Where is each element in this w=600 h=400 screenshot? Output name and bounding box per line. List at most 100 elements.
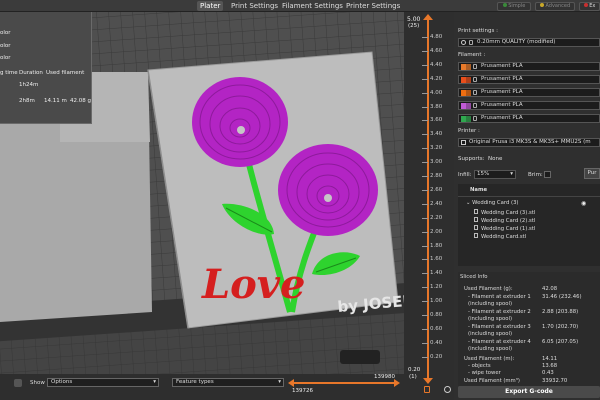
stl-file-icon — [474, 225, 478, 230]
infill-label: Infill: — [458, 172, 472, 178]
sliced-info-label: - objects — [468, 363, 491, 369]
filament-select-5[interactable]: Prusament PLA — [458, 114, 600, 123]
layer-tick-label: 2.60 — [430, 186, 443, 193]
tab-filament-settings[interactable]: Filament Settings — [279, 1, 346, 11]
sliced-info-label: Used Filament (mm³) — [464, 378, 520, 384]
horizontal-slider-left-thumb[interactable] — [288, 379, 294, 387]
mode-simple-label: Simple — [508, 3, 526, 9]
layer-lower-thumb[interactable] — [423, 378, 433, 384]
layer-tick-mark — [422, 120, 428, 122]
sliced-info-label: (including spool) — [468, 331, 513, 337]
horizontal-slider-right-thumb[interactable] — [394, 379, 400, 387]
purge-button[interactable]: Pur — [584, 168, 600, 179]
printer-profile-value: Original Prusa i3 MK3S & MK3S+ MMU2S (m — [469, 139, 591, 145]
filament-color-swatch-secondary — [466, 116, 471, 122]
layer-tick-mark — [422, 106, 428, 108]
mode-simple-button[interactable]: Simple — [497, 2, 531, 11]
filament-color-swatch-secondary — [466, 77, 471, 83]
eye-icon[interactable]: ◉ — [581, 200, 586, 207]
brim-checkbox[interactable] — [544, 171, 551, 178]
legend-row-2: olor — [0, 43, 11, 49]
layer-bottom-value: 0.20 — [408, 367, 421, 373]
object-item-row[interactable]: Wedding Card (3).stl — [474, 209, 535, 216]
layer-tick-mark — [422, 231, 428, 233]
printer-profile-select[interactable]: Original Prusa i3 MK3S & MK3S+ MMU2S (m — [458, 138, 600, 147]
layer-tick-label: 3.80 — [430, 103, 443, 110]
layer-tick-mark — [422, 189, 428, 191]
filament-select-4[interactable]: Prusament PLA — [458, 101, 600, 110]
mode-expert-button[interactable]: Ex — [579, 2, 600, 11]
filament-color-swatch-secondary — [466, 103, 471, 109]
object-item-label: Wedding Card (3).stl — [481, 210, 536, 216]
layer-tick-mark — [422, 342, 428, 344]
export-gcode-button[interactable]: Export G-code — [458, 386, 600, 398]
filament-select-3[interactable]: Prusament PLA — [458, 88, 600, 97]
layer-tick-mark — [422, 50, 428, 52]
layer-tick-label: 1.80 — [430, 242, 443, 249]
legend-header-used-filament: Used filament — [46, 70, 85, 76]
legend-total-duration: 1h24m — [19, 82, 39, 88]
settings-gear-icon[interactable] — [444, 386, 451, 393]
mode-advanced-button[interactable]: Advanced — [535, 2, 575, 11]
layer-tick-label: 1.00 — [430, 298, 443, 305]
flower-right — [278, 144, 378, 236]
filament-name: Prusament PLA — [481, 115, 523, 121]
feature-types-select[interactable]: Feature types ▾ — [172, 378, 284, 387]
layer-tick-mark — [422, 203, 428, 205]
layer-slider-vertical[interactable]: 5.00 (25) 4.80 4.60 4.40 4.20 4.00 3.80 3.60 3.… — [404, 12, 454, 400]
layer-tick-label: 0.20 — [430, 353, 443, 360]
tab-printer-settings[interactable]: Printer Settings — [343, 1, 403, 11]
options-select[interactable]: Options ▾ — [47, 378, 159, 387]
object-item-row[interactable]: Wedding Card (1).stl — [474, 225, 535, 232]
tab-plater[interactable]: Plater — [197, 1, 224, 11]
layer-tick-label: 4.80 — [430, 34, 443, 40]
mode-expert-label: Ex — [589, 3, 596, 9]
chevron-down-icon: ⌄ — [466, 200, 471, 206]
sliced-info-value: 14.11 — [542, 356, 558, 362]
print-profile-select[interactable]: 0.20mm QUALITY (modified) — [458, 38, 600, 47]
layer-tick-label: 2.00 — [430, 228, 443, 235]
filament-color-swatch-secondary — [466, 64, 471, 70]
horizontal-slider-track[interactable] — [292, 382, 396, 384]
horizontal-slider-top-value: 139980 — [374, 374, 395, 380]
sliced-info-value: 1.70 (202.70) — [542, 324, 579, 330]
options-select-value: Options — [51, 379, 73, 385]
tab-print-settings[interactable]: Print Settings — [228, 1, 281, 11]
layer-top-index: (25) — [408, 23, 420, 29]
layer-slider-track — [427, 18, 429, 382]
feature-types-value: Feature types — [176, 379, 214, 385]
collapse-icon[interactable] — [14, 379, 22, 387]
layer-tick-label: 0.40 — [430, 339, 443, 346]
object-item-row[interactable]: Wedding Card (2).stl — [474, 217, 535, 224]
infill-select[interactable]: 15% ▾ — [474, 170, 516, 179]
layer-tick-label: 3.20 — [430, 145, 443, 152]
supports-value[interactable]: None — [488, 156, 502, 162]
object-list: Name ⌄ Wedding Card (3) ◉ Wedding Card (… — [458, 184, 600, 266]
sliced-info-label: - Filament at extruder 1 — [468, 294, 531, 300]
object-group-row[interactable]: ⌄ Wedding Card (3) — [466, 200, 519, 206]
layer-tick-label: 2.20 — [430, 214, 443, 221]
layer-tick-label: 0.60 — [430, 325, 443, 332]
print-profile-value: 0.20mm QUALITY (modified) — [477, 39, 556, 45]
layer-tick-label: 3.60 — [430, 117, 443, 124]
lock-icon[interactable] — [424, 386, 430, 393]
layer-tick-mark — [422, 287, 428, 289]
filament-select-2[interactable]: Prusament PLA — [458, 75, 600, 84]
name-column-header: Name — [470, 187, 488, 193]
sliced-info-label: Used Filament (m): — [464, 356, 515, 362]
sliced-info-label: - Filament at extruder 2 — [468, 309, 531, 315]
sliced-info-title: Sliced Info — [460, 274, 488, 280]
filament-select-1[interactable]: Prusament PLA — [458, 62, 600, 71]
print-settings-label: Print settings : — [458, 28, 498, 34]
object-item-row[interactable]: Wedding Card.stl — [474, 233, 526, 240]
layer-upper-thumb[interactable] — [423, 14, 433, 20]
legend-row-weight: 42.08 g — [70, 98, 91, 104]
layer-tick-mark — [422, 162, 428, 164]
layer-tick-label: 1.20 — [430, 284, 443, 291]
layer-tick-label: 2.80 — [430, 173, 443, 179]
layer-tick-mark — [422, 217, 428, 219]
mode-advanced-label: Advanced — [545, 3, 571, 9]
legend-header-time: g time — [0, 70, 18, 76]
stl-file-icon — [474, 233, 478, 238]
sliced-info-label: - wipe tower — [468, 370, 501, 376]
